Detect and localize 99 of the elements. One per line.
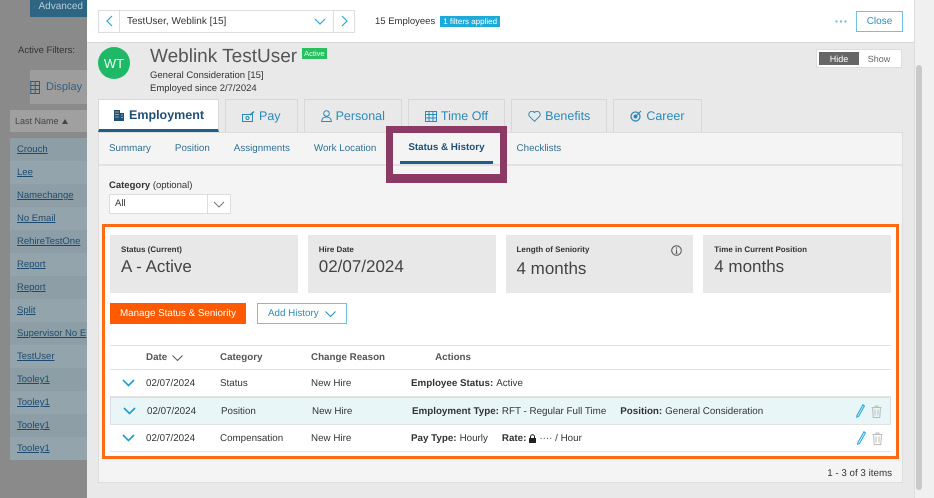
card-label: Hire Date <box>318 245 354 254</box>
employee-link[interactable]: No Email <box>10 207 87 230</box>
column-header[interactable]: Last Name <box>10 110 87 132</box>
heart-icon <box>528 110 542 122</box>
scrollbar-thumb[interactable] <box>916 65 922 490</box>
calendar-icon <box>424 110 437 122</box>
pager-text: 1 - 3 of 3 items <box>827 468 892 479</box>
building-icon <box>113 108 125 120</box>
table-row[interactable]: 02/07/2024 Compensation New Hire Pay Type: Hourly Rate: ···· / Hour <box>110 425 891 452</box>
employee-link[interactable]: Tooley1 <box>10 368 87 391</box>
employed-since-text: Employed since 2/7/2024 <box>150 82 258 95</box>
column-header: Category <box>220 352 262 363</box>
table-cell: New Hire <box>311 432 352 444</box>
employee-link[interactable]: TestUser <box>10 345 87 368</box>
category-select[interactable]: All <box>109 194 231 214</box>
subtab[interactable]: Position <box>174 133 210 164</box>
card-value: 4 months <box>516 259 588 279</box>
employee-link[interactable]: Namechange <box>10 184 87 207</box>
employee-link[interactable]: Tooley1 <box>10 414 87 437</box>
expand-chevron-icon[interactable] <box>122 379 134 387</box>
detail-label: Employee Status: <box>411 378 494 388</box>
employee-link[interactable]: RehireTestOne <box>10 230 87 253</box>
delete-icon[interactable] <box>872 432 883 444</box>
delete-icon[interactable] <box>871 404 882 418</box>
position-text: General Consideration [15] <box>150 69 265 82</box>
tab[interactable]: Career <box>613 99 702 132</box>
table-cell: 02/07/2024 <box>146 432 196 444</box>
detail-value: ···· / Hour <box>539 432 582 444</box>
add-history-button[interactable]: Add History <box>257 303 347 324</box>
detail-value: Active <box>496 378 523 388</box>
card-value: 4 months <box>714 257 786 277</box>
detail-value: RFT - Regular Full Time <box>502 406 606 416</box>
employee-link[interactable]: Tooley1 <box>10 391 87 414</box>
card-label: Time in Current Position <box>714 245 807 254</box>
employee-link[interactable]: Supervisor No E <box>10 322 87 345</box>
table-cell: 02/07/2024 <box>146 378 196 388</box>
more-icon[interactable] <box>835 20 847 22</box>
expand-chevron-icon[interactable] <box>122 434 134 442</box>
employee-link[interactable]: Tooley1 <box>10 437 87 460</box>
card-value: A - Active <box>121 257 193 277</box>
close-button[interactable]: Close <box>856 10 903 32</box>
filter-badge[interactable]: 1 filters applied <box>440 16 500 26</box>
detail-value: Hourly <box>460 432 488 444</box>
sort-down-icon[interactable] <box>172 354 184 360</box>
chevron-down-icon <box>213 200 225 208</box>
toggle-option[interactable]: Hide <box>819 52 859 65</box>
edit-icon[interactable] <box>857 431 866 445</box>
chevron-right-icon <box>340 15 348 27</box>
tab[interactable]: Personal <box>304 99 402 132</box>
category-label: Category (optional) <box>109 180 194 191</box>
card-label: Status (Current) <box>121 245 182 254</box>
money-icon <box>242 110 256 122</box>
tab[interactable]: Employment <box>98 99 220 132</box>
edit-icon[interactable] <box>856 404 865 418</box>
detail-label: Employment Type: <box>412 406 499 416</box>
employee-link[interactable]: Lee <box>10 161 87 184</box>
target-icon <box>630 110 642 122</box>
display-button[interactable]: Display <box>30 70 87 104</box>
tab[interactable]: Pay <box>225 99 298 132</box>
person-icon <box>320 110 332 122</box>
employee-count: 15 Employees <box>375 16 436 26</box>
detail-label: Position: <box>620 406 662 416</box>
subtab[interactable]: Checklists <box>516 133 562 164</box>
subtab[interactable]: Work Location <box>314 133 376 164</box>
grid-icon <box>30 80 40 94</box>
sort-up-icon <box>62 118 68 124</box>
column-header: Actions <box>435 352 471 363</box>
table-row[interactable]: 02/07/2024 Position New Hire Employment Type: RFT - Regular Full Time Position: General Consideration <box>110 397 891 425</box>
detail-label: Pay Type: <box>411 432 457 444</box>
tab[interactable]: Benefits <box>511 99 608 132</box>
subtab[interactable]: Assignments <box>234 133 290 164</box>
table-cell: Status <box>220 378 248 388</box>
employee-link[interactable]: Report <box>10 253 87 276</box>
chevron-down-icon <box>324 310 336 316</box>
employee-link[interactable]: Split <box>10 299 87 322</box>
employee-link[interactable]: Crouch <box>10 138 87 161</box>
manage-status-button[interactable]: Manage Status & Seniority <box>110 303 246 324</box>
column-header[interactable]: Date <box>146 352 168 363</box>
active-filters-label: Active Filters: <box>18 45 76 56</box>
advanced-button[interactable]: Advanced <box>30 0 87 17</box>
card-label: Length of Seniority <box>516 245 590 256</box>
table-cell: Position <box>221 406 256 416</box>
info-icon[interactable] <box>671 245 682 256</box>
subtab[interactable]: Summary <box>109 133 151 164</box>
subtab[interactable]: Status & History <box>400 133 493 164</box>
employee-link[interactable]: Report <box>10 276 87 299</box>
detail-value: General Consideration <box>665 406 764 416</box>
table-cell: Compensation <box>220 432 284 444</box>
chevron-down-icon <box>314 18 326 24</box>
expand-chevron-icon[interactable] <box>122 407 136 415</box>
table-cell: New Hire <box>312 406 352 416</box>
detail-label: Rate: <box>502 432 526 444</box>
table-cell: New Hire <box>311 378 352 388</box>
employee-name: Weblink TestUser <box>150 46 298 68</box>
column-header: Change Reason <box>311 352 386 363</box>
card-value: 02/07/2024 <box>318 257 405 277</box>
table-cell: 02/07/2024 <box>147 406 196 416</box>
avatar: WT <box>98 47 130 79</box>
chevron-left-icon <box>106 15 112 27</box>
